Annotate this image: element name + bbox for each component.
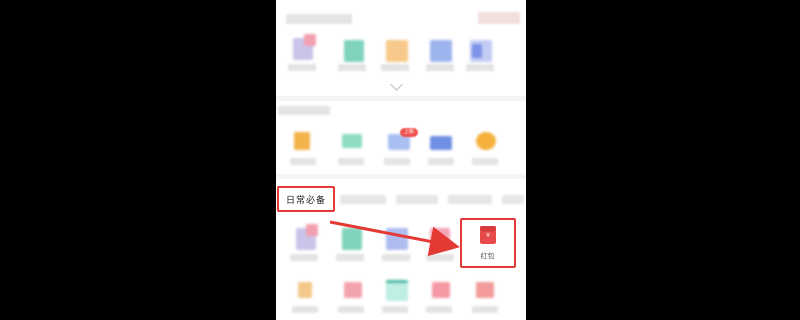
annotation-arrow [329,220,460,257]
